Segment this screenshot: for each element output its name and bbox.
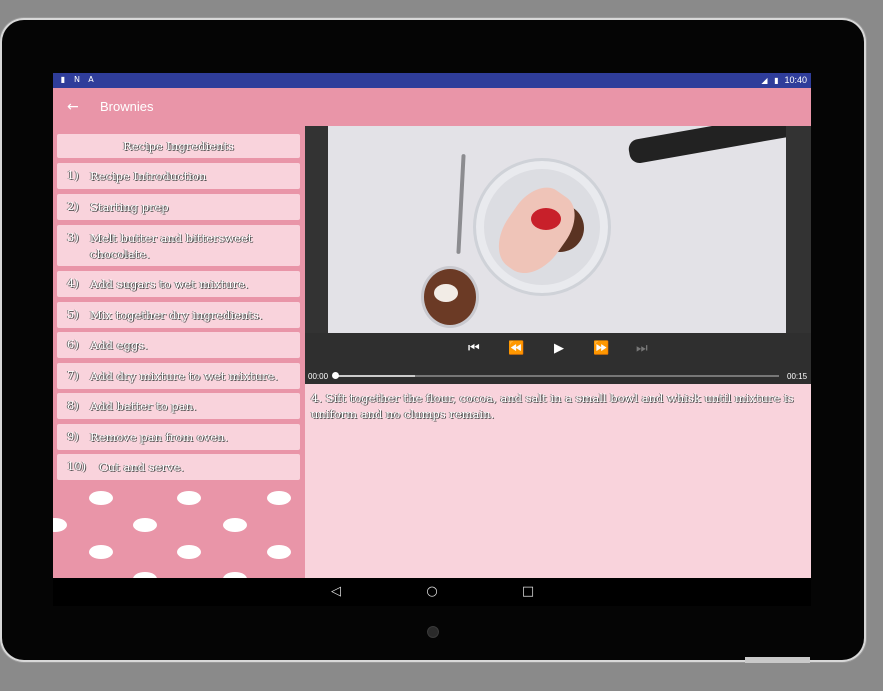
skip-next-icon[interactable]: ⏭ (636, 341, 648, 357)
battery-icon: ▮ (774, 75, 779, 85)
video-cup-contents (434, 284, 458, 302)
polka-dot (267, 545, 291, 559)
status-time: 10:40 (784, 75, 807, 85)
page-title: Brownies (100, 99, 154, 114)
step-item-4[interactable]: 4) Add sugars to wet mixture. (57, 271, 300, 297)
rewind-icon[interactable]: ⏪ (508, 341, 524, 357)
step-number: 10) (67, 459, 87, 473)
step-item-2[interactable]: 2) Starting prep (57, 194, 300, 220)
step-description: 4. Sift together the flour, cocoa, and s… (311, 391, 794, 421)
polka-dot (177, 545, 201, 559)
step-item-3[interactable]: 3) Melt butter and bittersweet chocolate… (57, 225, 300, 266)
step-label: Melt butter and bittersweet chocolate. (90, 231, 253, 261)
step-number: 5) (67, 307, 79, 321)
step-item-7[interactable]: 7) Add dry mixture to wet mixture. (57, 363, 300, 389)
signal-icon: ◢ (761, 75, 768, 85)
step-item-1[interactable]: 1) Recipe Introduction (57, 163, 300, 189)
step-number: 7) (67, 368, 79, 382)
step-label: Add eggs. (90, 338, 148, 352)
sim-icon: ▮ (60, 75, 66, 84)
step-label: Add sugars to wet mixture. (90, 277, 249, 291)
play-icon[interactable]: ▶ (554, 341, 564, 357)
step-label: Add dry mixture to wet mixture. (90, 369, 278, 383)
step-label: Recipe Introduction (90, 169, 207, 183)
polka-dot (89, 491, 113, 505)
polka-dot (267, 491, 291, 505)
polka-dot (89, 545, 113, 559)
video-arm (627, 126, 786, 165)
nav-back-icon[interactable]: ◁ (327, 583, 345, 601)
nav-home-icon[interactable]: ○ (423, 583, 441, 601)
step-label: Mix together dry ingredients. (90, 308, 263, 322)
fast-forward-icon[interactable]: ⏩ (593, 341, 609, 357)
step-item-9[interactable]: 9) Remove pan from oven. (57, 424, 300, 450)
status-bar: ▮ N A ◢ ▮ 10:40 (53, 73, 811, 88)
step-number: 2) (67, 199, 79, 213)
steps-panel: Recipe Ingredients 1) Recipe Introductio… (53, 126, 305, 578)
device-edge (745, 657, 810, 663)
step-item-6[interactable]: 6) Add eggs. (57, 332, 300, 358)
nav-recents-icon[interactable]: □ (519, 583, 537, 601)
step-item-8[interactable]: 8) Add batter to pan. (57, 393, 300, 419)
ingredients-header-label: Recipe Ingredients (123, 139, 234, 153)
video-frame (328, 126, 786, 333)
step-label: Starting prep (90, 200, 169, 214)
step-number: 9) (67, 429, 79, 443)
seek-thumb[interactable] (332, 372, 339, 379)
duration-time: 00:15 (787, 372, 808, 381)
step-label: Remove pan from oven. (90, 430, 229, 444)
step-number: 1) (67, 168, 79, 182)
step-label: Cut and serve. (99, 460, 184, 474)
step-number: 4) (67, 276, 79, 290)
arrow-back-icon[interactable]: ← (67, 98, 85, 116)
camera-icon (427, 626, 439, 638)
video-fork (456, 153, 466, 255)
video-measuring-cup (531, 208, 561, 230)
ingredients-header[interactable]: Recipe Ingredients (57, 134, 300, 158)
seek-buffer (335, 375, 415, 377)
step-description-panel: 4. Sift together the flour, cocoa, and s… (305, 384, 811, 578)
step-item-10[interactable]: 10) Cut and serve. (57, 454, 300, 480)
step-number: 3) (67, 230, 79, 244)
polka-dot (223, 518, 247, 532)
step-number: 8) (67, 398, 79, 412)
step-number: 6) (67, 337, 79, 351)
n-icon: N (74, 75, 80, 84)
polka-dot (177, 491, 201, 505)
a-icon: A (88, 75, 94, 84)
video-player[interactable]: ⏮ ⏪ ▶ ⏩ ⏭ 00:00 00:15 (305, 126, 811, 384)
polka-dot (133, 518, 157, 532)
polka-dot (53, 518, 67, 532)
skip-previous-icon[interactable]: ⏮ (468, 341, 480, 357)
nav-bar: ◁ ○ □ (53, 578, 811, 606)
device-screen: ▮ N A ◢ ▮ 10:40 ← Brownies Recipe Ingred… (53, 73, 811, 578)
step-label: Add batter to pan. (90, 399, 197, 413)
app-bar: ← Brownies (53, 88, 811, 126)
current-time: 00:00 (308, 372, 329, 381)
step-item-5[interactable]: 5) Mix together dry ingredients. (57, 302, 300, 328)
